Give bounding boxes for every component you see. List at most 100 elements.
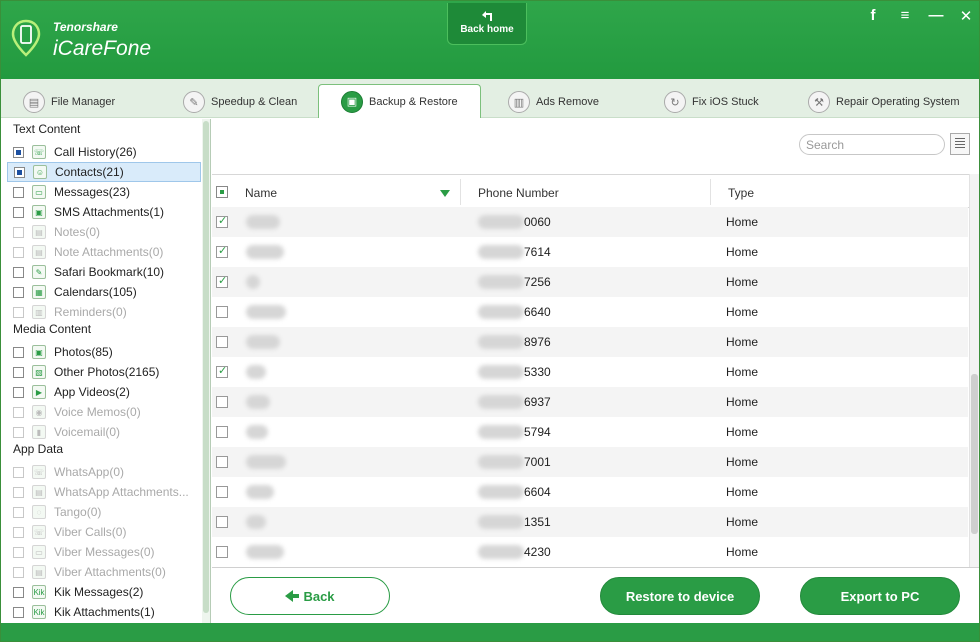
category-checkbox[interactable] bbox=[13, 346, 24, 358]
table-row[interactable]: 0060 Home bbox=[212, 207, 968, 237]
category-checkbox[interactable] bbox=[13, 606, 24, 618]
export-to-pc-button[interactable]: Export to PC bbox=[800, 577, 960, 615]
row-checkbox[interactable] bbox=[216, 306, 228, 318]
sidebar-item[interactable]: ◌ Tango(0) bbox=[7, 502, 201, 522]
table-row[interactable]: 1351 Home bbox=[212, 507, 968, 537]
category-checkbox[interactable] bbox=[13, 546, 24, 558]
sidebar-item[interactable]: ▤ Notes(0) bbox=[7, 222, 201, 242]
category-checkbox[interactable] bbox=[13, 266, 24, 278]
table-row[interactable]: 5794 Home bbox=[212, 417, 968, 447]
column-name[interactable]: Name bbox=[245, 186, 277, 200]
table-row[interactable]: 5330 Home bbox=[212, 357, 968, 387]
restore-to-device-button[interactable]: Restore to device bbox=[600, 577, 760, 615]
table-row[interactable]: 8976 Home bbox=[212, 327, 968, 357]
table-row[interactable]: 6640 Home bbox=[212, 297, 968, 327]
category-checkbox[interactable] bbox=[13, 366, 24, 378]
table-scrollbar[interactable] bbox=[969, 174, 979, 567]
sidebar-item[interactable]: Kik Kik Attachments(1) bbox=[7, 602, 201, 622]
category-checkbox[interactable] bbox=[13, 306, 24, 318]
tab-fix-ios-stuck[interactable]: ↻ Fix iOS Stuck bbox=[664, 87, 759, 117]
whatsapp-attachments-icon: ▤ bbox=[32, 485, 46, 499]
sidebar-item[interactable]: ◉ Voice Memos(0) bbox=[7, 402, 201, 422]
tab-speedup-clean[interactable]: ✎ Speedup & Clean bbox=[183, 87, 297, 117]
category-checkbox[interactable] bbox=[13, 286, 24, 298]
category-checkbox[interactable] bbox=[13, 486, 24, 498]
row-checkbox[interactable] bbox=[216, 244, 228, 258]
category-checkbox[interactable] bbox=[13, 506, 24, 518]
category-checkbox[interactable] bbox=[13, 206, 24, 218]
row-checkbox[interactable] bbox=[216, 456, 228, 468]
category-checkbox[interactable] bbox=[13, 566, 24, 578]
select-all-checkbox[interactable] bbox=[216, 186, 228, 198]
category-checkbox[interactable] bbox=[14, 166, 25, 178]
sidebar-item[interactable]: ▣ SMS Attachments(1) bbox=[7, 202, 201, 222]
row-checkbox[interactable] bbox=[216, 426, 228, 438]
table-row[interactable]: 7256 Home bbox=[212, 267, 968, 297]
category-checkbox[interactable] bbox=[13, 226, 24, 238]
column-type[interactable]: Type bbox=[728, 186, 754, 200]
table-row[interactable]: 6604 Home bbox=[212, 477, 968, 507]
sidebar-item[interactable]: ▶ App Videos(2) bbox=[7, 382, 201, 402]
sidebar-item[interactable]: ✎ Safari Bookmark(10) bbox=[7, 262, 201, 282]
row-checkbox[interactable] bbox=[216, 336, 228, 348]
category-checkbox[interactable] bbox=[13, 426, 24, 438]
sidebar-item-label: Photos(85) bbox=[54, 345, 113, 359]
back-home-button[interactable]: Back home bbox=[447, 3, 527, 45]
back-button[interactable]: Back bbox=[230, 577, 390, 615]
tab-file-manager[interactable]: ▤ File Manager bbox=[23, 87, 115, 117]
table-row[interactable]: 4230 Home bbox=[212, 537, 968, 567]
row-checkbox[interactable] bbox=[216, 274, 228, 288]
search-input[interactable] bbox=[799, 134, 945, 155]
phone-number-suffix: 6937 bbox=[524, 395, 551, 409]
column-phone[interactable]: Phone Number bbox=[478, 186, 559, 200]
table-scroll-thumb[interactable] bbox=[971, 374, 978, 534]
row-checkbox[interactable] bbox=[216, 396, 228, 408]
sidebar-item[interactable]: ▤ Viber Attachments(0) bbox=[7, 562, 201, 582]
row-checkbox[interactable] bbox=[216, 214, 228, 228]
category-checkbox[interactable] bbox=[13, 406, 24, 418]
tab-backup-restore[interactable]: ▣ Backup & Restore bbox=[318, 84, 481, 118]
category-checkbox[interactable] bbox=[13, 186, 24, 198]
facebook-icon[interactable]: f bbox=[863, 7, 883, 24]
table-row[interactable]: 6937 Home bbox=[212, 387, 968, 417]
tab-ads-remove[interactable]: ▥ Ads Remove bbox=[508, 87, 599, 117]
sidebar-item[interactable]: ▭ Messages(23) bbox=[7, 182, 201, 202]
sidebar-item[interactable]: ▤ WhatsApp Attachments... bbox=[7, 482, 201, 502]
list-settings-icon[interactable] bbox=[950, 133, 970, 155]
category-checkbox[interactable] bbox=[13, 146, 24, 158]
menu-icon[interactable]: ≡ bbox=[895, 7, 915, 24]
sidebar-item[interactable]: ▦ Calendars(105) bbox=[7, 282, 201, 302]
back-arrow-icon bbox=[482, 11, 492, 21]
table-row[interactable]: 7614 Home bbox=[212, 237, 968, 267]
sort-descending-icon[interactable] bbox=[440, 190, 450, 197]
calendars-icon: ▦ bbox=[32, 285, 46, 299]
sidebar-item[interactable]: ▥ Reminders(0) bbox=[7, 302, 201, 322]
sidebar-scroll-thumb[interactable] bbox=[203, 121, 209, 613]
row-checkbox[interactable] bbox=[216, 546, 228, 558]
category-checkbox[interactable] bbox=[13, 526, 24, 538]
row-checkbox[interactable] bbox=[216, 516, 228, 528]
sidebar-item[interactable]: ▧ Other Photos(2165) bbox=[7, 362, 201, 382]
minimize-icon[interactable]: — bbox=[926, 7, 946, 24]
sidebar-item[interactable]: ☏ Viber Calls(0) bbox=[7, 522, 201, 542]
category-checkbox[interactable] bbox=[13, 466, 24, 478]
row-checkbox[interactable] bbox=[216, 486, 228, 498]
category-checkbox[interactable] bbox=[13, 386, 24, 398]
sidebar-item[interactable]: Kik Kik Messages(2) bbox=[7, 582, 201, 602]
sidebar-item[interactable]: ▮ Voicemail(0) bbox=[7, 422, 201, 442]
sidebar-item[interactable]: ▤ Note Attachments(0) bbox=[7, 242, 201, 262]
close-icon[interactable]: ✕ bbox=[956, 7, 976, 25]
sidebar-item[interactable]: ☺ Contacts(21) bbox=[7, 162, 201, 182]
sidebar-item[interactable]: ☏ WhatsApp(0) bbox=[7, 462, 201, 482]
category-checkbox[interactable] bbox=[13, 586, 24, 598]
ads-icon: ▥ bbox=[508, 91, 530, 113]
sidebar-item[interactable]: ▭ Viber Messages(0) bbox=[7, 542, 201, 562]
row-checkbox[interactable] bbox=[216, 364, 228, 378]
table-row[interactable]: 7001 Home bbox=[212, 447, 968, 477]
phone-number-redacted bbox=[478, 305, 524, 319]
sidebar-item[interactable]: ▣ Photos(85) bbox=[7, 342, 201, 362]
sidebar-item[interactable]: ☏ Call History(26) bbox=[7, 142, 201, 162]
sidebar-scrollbar[interactable] bbox=[202, 119, 210, 623]
category-checkbox[interactable] bbox=[13, 246, 24, 258]
tab-repair-os[interactable]: ⚒ Repair Operating System bbox=[808, 87, 960, 117]
